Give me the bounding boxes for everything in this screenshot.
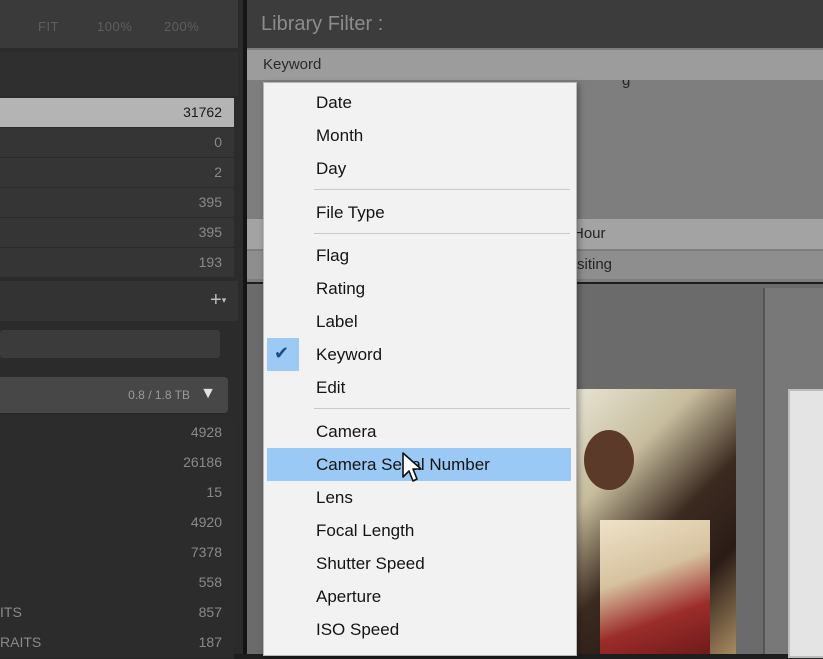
catalog-row[interactable]: 0 [0, 128, 234, 158]
catalog-count: 193 [198, 254, 222, 270]
drive-row[interactable]: 0.8 / 1.8 TB ▼ [0, 377, 228, 413]
navigator-zoom-bar: FIT 100% 200% [0, 0, 238, 48]
checkmark-background: ✔ [267, 338, 299, 371]
menu-item-label: Edit [316, 378, 346, 397]
filter-column-header[interactable]: Keyword [247, 50, 823, 80]
folder-row[interactable]: 15 [0, 478, 234, 509]
filter-row-label: Hour [573, 225, 606, 242]
catalog-count: 31762 [183, 104, 222, 120]
menu-item-camera[interactable]: Camera [267, 415, 571, 448]
folder-count: 187 [198, 634, 222, 650]
menu-item-month[interactable]: Month [267, 119, 571, 152]
library-filter-title: Library Filter : [261, 13, 384, 35]
folder-count: 4928 [190, 424, 222, 440]
menu-item-label: Rating [316, 279, 366, 298]
folder-name: RAITS [0, 634, 42, 650]
catalog-header[interactable] [0, 52, 238, 96]
menu-item-date[interactable]: Date [267, 86, 571, 119]
menu-item-label: Day [316, 159, 347, 178]
folder-search-input[interactable] [0, 330, 220, 358]
catalog-row[interactable]: 2 [0, 158, 234, 188]
folder-count: 4920 [190, 514, 222, 530]
menu-item-label: Month [316, 126, 364, 145]
menu-item-label: Keyword [316, 345, 383, 364]
folder-row[interactable]: 7378 [0, 538, 234, 569]
menu-item-rating[interactable]: Rating [267, 272, 571, 305]
catalog-count: 0 [214, 134, 222, 150]
photo-detail [600, 520, 710, 654]
library-filter-bar: Library Filter : [247, 0, 823, 48]
menu-item-day[interactable]: Day [267, 152, 571, 185]
folder-count: 857 [198, 604, 222, 620]
menu-item-label-field[interactable]: Label [267, 305, 571, 338]
filter-row-label: siting [577, 256, 613, 273]
menu-item-edit[interactable]: Edit [267, 371, 571, 404]
menu-item-label: Label [316, 312, 358, 331]
zoom-fit-button[interactable]: FIT [38, 19, 59, 34]
menu-item-label: File Type [316, 203, 385, 222]
zoom-100-button[interactable]: 100% [97, 19, 132, 34]
zoom-200-button[interactable]: 200% [164, 19, 199, 34]
menu-separator [314, 233, 570, 234]
catalog-row[interactable]: 395 [0, 218, 234, 248]
menu-item-label: Focal Length [316, 521, 415, 540]
menu-item-label: Flag [316, 246, 350, 265]
menu-item-label: ISO Speed [316, 620, 400, 639]
catalog-count: 395 [198, 194, 222, 210]
folder-count: 558 [198, 574, 222, 590]
checkmark-icon: ✔ [274, 343, 290, 363]
folder-row[interactable]: 4920 [0, 508, 234, 539]
menu-item-label: Aperture [316, 587, 382, 606]
folder-row[interactable]: ITS 857 [0, 598, 234, 629]
photo-detail [584, 430, 634, 490]
column-type-dropdown-menu: Date Month Day File Type Flag Rating Lab… [263, 82, 577, 656]
menu-item-keyword[interactable]: ✔ Keyword [267, 338, 571, 371]
folder-row[interactable]: RAITS 187 [0, 628, 234, 659]
folder-count: 15 [206, 484, 222, 500]
menu-item-iso-speed[interactable]: ISO Speed [267, 613, 571, 646]
menu-separator [314, 189, 570, 190]
catalog-row[interactable]: 395 [0, 188, 234, 218]
mouse-cursor-icon [402, 452, 422, 482]
folder-row[interactable]: 4928 [0, 418, 234, 449]
folders-header[interactable] [0, 281, 238, 321]
menu-item-shutter-speed[interactable]: Shutter Speed [267, 547, 571, 580]
menu-item-aperture[interactable]: Aperture [267, 580, 571, 613]
menu-item-label: Lens [316, 488, 353, 507]
folder-count: 26186 [183, 454, 222, 470]
menu-item-focal-length[interactable]: Focal Length [267, 514, 571, 547]
menu-item-label: Shutter Speed [316, 554, 425, 573]
catalog-row[interactable]: 31762 [0, 98, 234, 128]
menu-item-label: Date [316, 93, 352, 112]
filter-column-label: Keyword [263, 56, 322, 73]
menu-separator [314, 408, 570, 409]
add-folder-icon[interactable]: +▾ [210, 290, 232, 310]
triangle-down-icon[interactable]: ▼ [200, 385, 216, 403]
photo-thumbnail[interactable] [788, 389, 823, 658]
menu-item-label: Camera [316, 422, 377, 441]
folder-count: 7378 [190, 544, 222, 560]
folder-row[interactable]: 26186 [0, 448, 234, 479]
drive-size: 0.8 / 1.8 TB [128, 388, 190, 402]
menu-item-flag[interactable]: Flag [267, 239, 571, 272]
menu-item-file-type[interactable]: File Type [267, 196, 571, 229]
catalog-row[interactable]: 193 [0, 248, 234, 278]
folder-name: ITS [0, 604, 22, 620]
folder-row[interactable]: 558 [0, 568, 234, 599]
catalog-count: 395 [198, 224, 222, 240]
menu-item-lens[interactable]: Lens [267, 481, 571, 514]
catalog-count: 2 [214, 164, 222, 180]
